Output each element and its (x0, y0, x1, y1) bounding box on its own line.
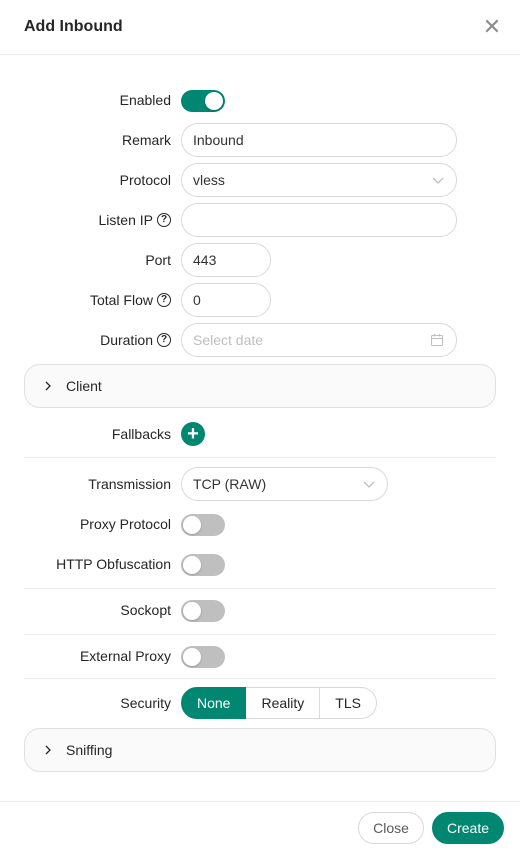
transmission-select[interactable]: TCP (RAW) (181, 467, 388, 501)
security-segmented-control: None Reality TLS (181, 687, 377, 719)
sockopt-label-text: Sockopt (120, 602, 171, 618)
dialog-footer: Close Create (0, 801, 520, 854)
fallbacks-label: Fallbacks (112, 417, 171, 451)
proxy-protocol-label: Proxy Protocol (80, 507, 171, 541)
divider (24, 634, 496, 635)
sockopt-label: Sockopt (120, 593, 171, 627)
http-obfuscation-label-text: HTTP Obfuscation (56, 556, 171, 572)
close-icon[interactable]: ✕ (481, 16, 503, 38)
protocol-row: Protocol vless (0, 163, 520, 197)
enabled-label: Enabled (120, 83, 171, 117)
duration-placeholder: Select date (193, 332, 264, 348)
sniffing-collapse-label: Sniffing (66, 742, 113, 758)
protocol-select[interactable]: vless (181, 163, 457, 197)
security-option-tls[interactable]: TLS (320, 687, 377, 719)
port-label-text: Port (145, 252, 171, 268)
chevron-down-icon (363, 481, 375, 488)
switch-knob (183, 556, 201, 574)
external-proxy-switch[interactable] (181, 646, 225, 668)
enabled-row: Enabled (0, 83, 520, 117)
enabled-switch[interactable] (181, 90, 225, 112)
remark-label: Remark (122, 123, 171, 157)
external-proxy-label: External Proxy (80, 639, 171, 673)
total-flow-input[interactable]: 0 (181, 283, 271, 317)
security-option-none[interactable]: None (181, 687, 247, 719)
listen-ip-row: Listen IP? (0, 203, 520, 237)
calendar-icon (430, 334, 444, 347)
enabled-label-text: Enabled (119, 92, 171, 108)
security-label-text: Security (120, 695, 171, 711)
proxy-protocol-row: Proxy Protocol (0, 507, 520, 541)
http-obfuscation-switch[interactable] (181, 554, 225, 576)
security-label: Security (120, 687, 171, 719)
switch-knob (183, 516, 201, 534)
listen-ip-label-text: Listen IP (98, 212, 153, 228)
fallbacks-label-text: Fallbacks (111, 426, 171, 442)
sniffing-collapse[interactable]: Sniffing (24, 728, 496, 772)
sockopt-switch[interactable] (181, 600, 225, 622)
chevron-right-icon (45, 381, 51, 391)
duration-row: Duration? Select date (0, 323, 520, 357)
switch-knob (205, 92, 223, 110)
proxy-protocol-switch[interactable] (181, 514, 225, 536)
protocol-label-text: Protocol (119, 172, 171, 188)
dialog-header: Add Inbound ✕ (0, 0, 520, 55)
dialog-title: Add Inbound (24, 18, 123, 35)
transmission-label: Transmission (88, 467, 171, 501)
add-fallback-button[interactable]: + (181, 422, 205, 446)
fallbacks-row: Fallbacks + (0, 417, 520, 451)
protocol-select-value: vless (193, 172, 225, 188)
external-proxy-label-text: External Proxy (79, 648, 171, 664)
duration-label: Duration? (100, 323, 171, 357)
chevron-down-icon (432, 177, 444, 184)
listen-ip-label: Listen IP? (99, 203, 171, 237)
port-input[interactable]: 443 (181, 243, 271, 277)
chevron-right-icon (45, 745, 51, 755)
help-icon[interactable]: ? (157, 213, 171, 227)
security-option-reality[interactable]: Reality (246, 687, 321, 719)
client-collapse[interactable]: Client (24, 364, 496, 408)
help-icon[interactable]: ? (157, 333, 171, 347)
duration-label-text: Duration (100, 332, 153, 348)
http-obfuscation-label: HTTP Obfuscation (56, 547, 171, 581)
remark-row: Remark Inbound (0, 123, 520, 157)
total-flow-label-text: Total Flow (89, 292, 153, 308)
port-row: Port 443 (0, 243, 520, 277)
switch-knob (183, 602, 201, 620)
transmission-label-text: Transmission (88, 476, 171, 492)
help-icon[interactable]: ? (157, 293, 171, 307)
transmission-row: Transmission TCP (RAW) (0, 467, 520, 501)
port-label: Port (145, 243, 171, 277)
duration-date-picker[interactable]: Select date (181, 323, 457, 357)
total-flow-label: Total Flow? (90, 283, 171, 317)
switch-knob (183, 648, 201, 666)
client-collapse-label: Client (66, 378, 102, 394)
protocol-label: Protocol (120, 163, 171, 197)
remark-input[interactable]: Inbound (181, 123, 457, 157)
create-button[interactable]: Create (432, 812, 504, 844)
transmission-select-value: TCP (RAW) (193, 476, 267, 492)
total-flow-row: Total Flow? 0 (0, 283, 520, 317)
divider (24, 588, 496, 589)
sockopt-row: Sockopt (0, 593, 520, 627)
divider (24, 678, 496, 679)
divider (24, 457, 496, 458)
close-button[interactable]: Close (358, 812, 424, 844)
external-proxy-row: External Proxy (0, 639, 520, 673)
proxy-protocol-label-text: Proxy Protocol (79, 516, 171, 532)
remark-label-text: Remark (121, 132, 171, 148)
listen-ip-input[interactable] (181, 203, 457, 237)
http-obfuscation-row: HTTP Obfuscation (0, 547, 520, 581)
security-row: Security None Reality TLS (0, 687, 520, 721)
